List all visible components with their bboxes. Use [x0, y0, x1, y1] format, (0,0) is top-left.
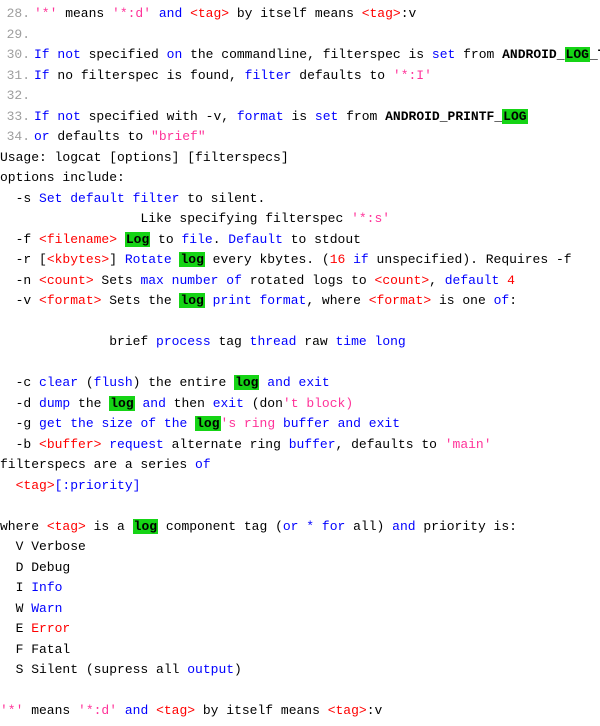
line-content: If not specified on the commandline, fil… — [34, 47, 600, 62]
code-line: -n <count> Sets max number of rotated lo… — [0, 271, 600, 292]
line-content: If not specified with -v, format is set … — [34, 109, 528, 124]
code-line: -s Set default filter to silent. — [0, 189, 600, 210]
code-line: 32. — [0, 86, 600, 107]
code-line: <tag>[:priority] — [0, 476, 600, 497]
code-line: V Verbose — [0, 537, 600, 558]
code-line: F Fatal — [0, 640, 600, 661]
code-line: options include: — [0, 168, 600, 189]
line-number: 29. — [0, 25, 34, 46]
code-line: Usage: logcat [options] [filterspecs] — [0, 148, 600, 169]
code-line: Like specifying filterspec '*:s' — [0, 209, 600, 230]
code-line: '*' means '*:d' and <tag> by itself mean… — [0, 701, 600, 722]
code-line: 29. — [0, 25, 600, 46]
code-line: 31.If no filterspec is found, filter def… — [0, 66, 600, 87]
code-line: filterspecs are a series of — [0, 455, 600, 476]
line-content: '*' means '*:d' and <tag> by itself mean… — [34, 6, 416, 21]
code-line: -v <format> Sets the log print format, w… — [0, 291, 600, 312]
code-line: I Info — [0, 578, 600, 599]
code-line: -r [<kbytes>] Rotate log every kbytes. (… — [0, 250, 600, 271]
code-line: 28.'*' means '*:d' and <tag> by itself m… — [0, 4, 600, 25]
code-line — [0, 312, 600, 333]
code-line: D Debug — [0, 558, 600, 579]
line-number: 34. — [0, 127, 34, 148]
code-line — [0, 496, 600, 517]
code-line — [0, 353, 600, 374]
code-line: 33.If not specified with -v, format is s… — [0, 107, 600, 128]
line-number: 33. — [0, 107, 34, 128]
code-line: -g get the size of the log's ring buffer… — [0, 414, 600, 435]
code-line: W Warn — [0, 599, 600, 620]
code-line: where <tag> is a log component tag (or *… — [0, 517, 600, 538]
code-line — [0, 681, 600, 702]
line-number: 28. — [0, 4, 34, 25]
code-line: S Silent (supress all output) — [0, 660, 600, 681]
code-line: -f <filename> Log to file. Default to st… — [0, 230, 600, 251]
code-listing: 28.'*' means '*:d' and <tag> by itself m… — [0, 0, 600, 726]
code-line: 30.If not specified on the commandline, … — [0, 45, 600, 66]
line-number: 31. — [0, 66, 34, 87]
code-line: -c clear (flush) the entire log and exit — [0, 373, 600, 394]
code-line: 34.or defaults to "brief" — [0, 127, 600, 148]
code-line: brief process tag thread raw time long — [0, 332, 600, 353]
line-number: 32. — [0, 86, 34, 107]
line-content: If no filterspec is found, filter defaul… — [34, 68, 432, 83]
code-line: -b <buffer> request alternate ring buffe… — [0, 435, 600, 456]
line-number: 30. — [0, 45, 34, 66]
code-line: -d dump the log and then exit (don't blo… — [0, 394, 600, 415]
line-content: or defaults to "brief" — [34, 129, 206, 144]
code-line: E Error — [0, 619, 600, 640]
